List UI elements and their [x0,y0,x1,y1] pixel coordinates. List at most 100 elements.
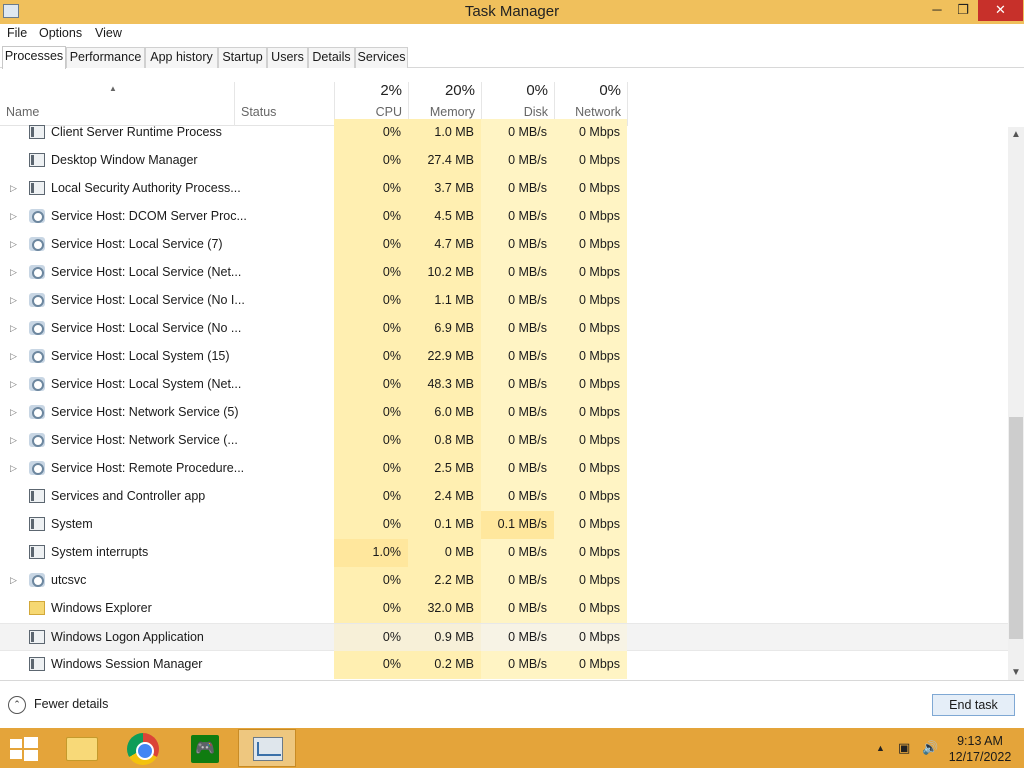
column-header-name[interactable]: ▲ Name [0,68,234,126]
cpu-value: 0% [334,315,408,343]
network-icon[interactable]: ▣ [898,740,910,756]
end-task-button[interactable]: End task [932,694,1015,716]
scroll-thumb[interactable] [1009,417,1023,639]
window-icon [29,489,45,503]
expand-chevron-icon[interactable]: ▷ [10,351,17,362]
process-name: Local Security Authority Process... [51,181,241,195]
expand-chevron-icon[interactable]: ▷ [10,239,17,250]
process-name: Service Host: Local System (Net... [51,377,242,391]
expand-chevron-icon[interactable]: ▷ [10,295,17,306]
tab-performance[interactable]: Performance [66,47,145,68]
process-name: Services and Controller app [51,489,206,503]
process-name: System [51,517,93,531]
volume-icon[interactable]: 🔊 [922,740,938,756]
process-row[interactable]: Windows Logon Application 0% 0.9 MB 0 MB/s 0… [0,623,1008,652]
process-name: Service Host: Local Service (Net... [51,265,242,279]
cpu-value: 0% [334,287,408,315]
process-row[interactable]: ▷ Service Host: DCOM Server Proc... 0% 4.5 … [0,203,1008,231]
process-row[interactable]: ▷ Service Host: Network Service (... 0% 0.8… [0,427,1008,455]
process-row[interactable]: ▷ Service Host: Local Service (No ... 0% 6.… [0,315,1008,343]
menu-options[interactable]: Options [39,26,82,40]
expand-chevron-icon[interactable]: ▷ [10,211,17,222]
network-value: 0 Mbps [554,259,627,287]
menu-file[interactable]: File [7,26,27,40]
process-row[interactable]: Windows Explorer 0% 32.0 MB 0 MB/s 0 Mbps [0,595,1008,623]
scroll-down-icon[interactable]: ▼ [1011,667,1021,678]
column-header-network[interactable]: 0% Network [554,68,627,126]
expand-chevron-icon[interactable]: ▷ [10,183,17,194]
disk-value: 0 MB/s [481,624,554,652]
process-row[interactable]: ▷ Service Host: Network Service (5) 0% 6.0 … [0,399,1008,427]
cpu-value: 0% [334,651,408,679]
taskbar-chrome[interactable] [114,729,172,767]
tab-services[interactable]: Services [355,47,408,68]
process-row[interactable]: ▷ utcsvc 0% 2.2 MB 0 MB/s 0 Mbps [0,567,1008,595]
expand-chevron-icon[interactable]: ▷ [10,463,17,474]
expand-chevron-icon[interactable]: ▷ [10,267,17,278]
process-row[interactable]: Services and Controller app 0% 2.4 MB 0 MB/… [0,483,1008,511]
taskbar-xbox[interactable]: 🎮 [176,729,234,767]
tray-overflow-chevron-icon[interactable]: ▲ [876,743,885,753]
tab-startup[interactable]: Startup [218,47,267,68]
taskbar-task-manager[interactable] [238,729,296,767]
expand-chevron-icon[interactable]: ▷ [10,379,17,390]
cpu-value: 0% [334,175,408,203]
scroll-up-icon[interactable]: ▲ [1011,129,1021,140]
process-row[interactable]: ▷ Service Host: Local Service (7) 0% 4.7 MB… [0,231,1008,259]
process-row[interactable]: ▷ Service Host: Remote Procedure... 0% 2.5 … [0,455,1008,483]
close-button[interactable]: ✕ [978,0,1023,21]
window-icon [29,657,45,671]
cpu-value: 0% [334,259,408,287]
process-row[interactable]: System 0% 0.1 MB 0.1 MB/s 0 Mbps [0,511,1008,539]
window-icon [29,630,45,644]
taskbar-file-explorer[interactable] [52,729,110,767]
network-value: 0 Mbps [554,539,627,567]
process-row[interactable]: ▷ Service Host: Local Service (Net... 0% 10… [0,259,1008,287]
tab-details[interactable]: Details [308,47,355,68]
disk-value: 0 MB/s [481,231,554,259]
memory-value: 1.0 MB [408,119,481,147]
process-row[interactable]: ▷ Service Host: Local System (15) 0% 22.9 M… [0,343,1008,371]
process-row[interactable]: ▷ Service Host: Local Service (No I... 0% 1… [0,287,1008,315]
gear-icon [29,293,45,307]
clock[interactable]: 9:13 AM 12/17/2022 [948,733,1012,765]
tab-app-history[interactable]: App history [145,47,218,68]
gear-icon [29,321,45,335]
memory-value: 0.9 MB [408,624,481,652]
process-name: Windows Explorer [51,601,152,615]
windows-start-icon[interactable] [10,737,38,761]
fewer-details-link[interactable]: Fewer details [34,697,108,711]
process-row[interactable]: ▷ Service Host: Local System (Net... 0% 48.… [0,371,1008,399]
column-header-memory[interactable]: 20% Memory [408,68,481,126]
taskbar: 🎮 ▲ ▣ 🔊 9:13 AM 12/17/2022 [0,728,1024,768]
column-header-disk[interactable]: 0% Disk [481,68,554,126]
expand-chevron-icon[interactable]: ▷ [10,323,17,334]
process-row[interactable]: System interrupts 1.0% 0 MB 0 MB/s 0 Mbps [0,539,1008,567]
tab-processes[interactable]: Processes [2,46,66,69]
process-row[interactable]: ▷ Local Security Authority Process... 0% 3.… [0,175,1008,203]
minimize-button[interactable]: ─ [924,0,950,21]
menu-view[interactable]: View [95,26,122,40]
vertical-scrollbar[interactable]: ▲ ▼ [1008,127,1024,680]
cpu-value: 0% [334,483,408,511]
process-row[interactable]: Windows Session Manager 0% 0.2 MB 0 MB/s 0 M… [0,651,1008,679]
gear-icon [29,265,45,279]
footer-bar: ⌃ Fewer details End task [0,680,1024,728]
process-row[interactable]: Client Server Runtime Process 0% 1.0 MB 0 M… [0,119,1008,147]
process-row[interactable]: Desktop Window Manager 0% 27.4 MB 0 MB/s 0 M… [0,147,1008,175]
column-header-cpu[interactable]: 2% CPU [334,68,408,126]
maximize-button[interactable]: ❐ [950,0,976,21]
expand-chevron-icon[interactable]: ▷ [10,407,17,418]
tab-users[interactable]: Users [267,47,308,68]
expand-chevron-icon[interactable]: ▷ [10,435,17,446]
xbox-icon: 🎮 [191,735,219,763]
gear-icon [29,349,45,363]
memory-value: 1.1 MB [408,287,481,315]
process-name: Client Server Runtime Process [51,125,222,139]
fewer-details-icon[interactable]: ⌃ [8,696,26,714]
column-label-cpu: CPU [375,105,402,119]
process-name: Service Host: Network Service (... [51,433,238,447]
expand-chevron-icon[interactable]: ▷ [10,575,17,586]
column-header-status[interactable]: Status [235,68,334,126]
cpu-value: 0% [334,511,408,539]
